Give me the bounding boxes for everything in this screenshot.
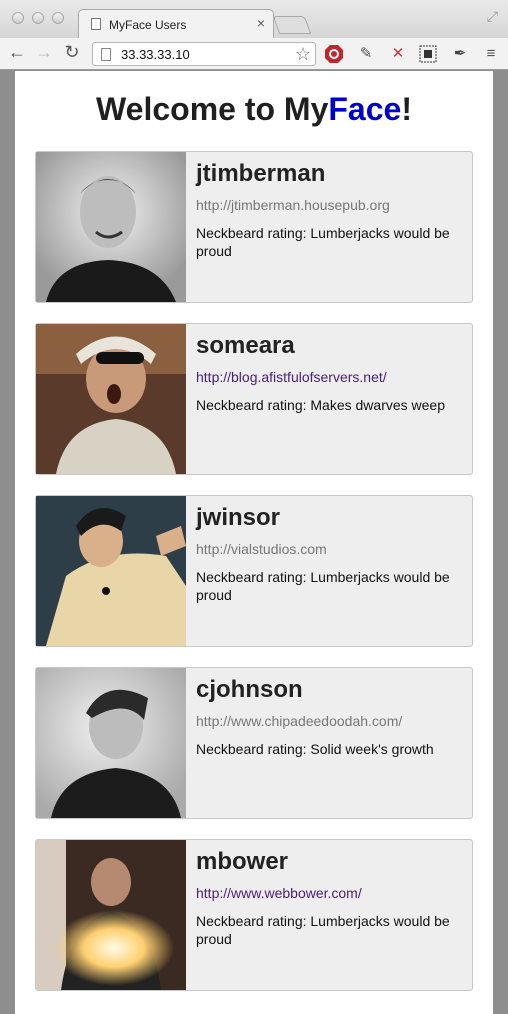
neckbeard-rating: Neckbeard rating: Lumberjacks would be p…: [196, 913, 450, 947]
address-bar[interactable]: 33.33.33.10 ☆: [92, 42, 316, 66]
user-avatar: [36, 496, 186, 646]
address-url[interactable]: 33.33.33.10: [121, 47, 190, 62]
page-viewport: Welcome to MyFace! jtimberman http://jti…: [15, 71, 493, 1014]
screenshot-extension-icon[interactable]: [418, 44, 438, 64]
user-name: jwinsor: [196, 504, 281, 531]
fullscreen-icon[interactable]: ⤢: [487, 8, 498, 25]
user-card: cjohnson http://www.chipadeedoodah.com/ …: [35, 667, 473, 819]
minimize-window-button[interactable]: [32, 12, 44, 24]
page-icon: [91, 18, 101, 30]
forward-arrow-icon[interactable]: →: [34, 42, 54, 63]
x-extension-icon[interactable]: ✕: [388, 44, 408, 64]
user-website-link[interactable]: http://vialstudios.com: [196, 541, 327, 557]
user-card: jwinsor http://vialstudios.com Neckbeard…: [35, 495, 473, 647]
back-arrow-icon[interactable]: ←: [7, 42, 27, 63]
user-card: someara http://blog.afistfulofservers.ne…: [35, 323, 473, 475]
user-name: mbower: [196, 848, 289, 875]
user-website-link[interactable]: http://www.chipadeedoodah.com/: [196, 713, 402, 729]
new-tab-button[interactable]: [272, 16, 312, 34]
page-title: Welcome to MyFace!: [96, 91, 412, 127]
zoom-window-button[interactable]: [52, 12, 64, 24]
tab-title: MyFace Users: [109, 18, 187, 32]
reload-icon[interactable]: ↻: [62, 42, 82, 63]
user-website-link[interactable]: http://jtimberman.housepub.org: [196, 197, 390, 213]
neckbeard-rating: Neckbeard rating: Lumberjacks would be p…: [196, 569, 450, 603]
menu-icon[interactable]: ≡: [481, 44, 501, 64]
neckbeard-rating: Neckbeard rating: Solid week's growth: [196, 741, 434, 757]
browser-tab[interactable]: MyFace Users ×: [78, 9, 274, 38]
user-card: mbower http://www.webbower.com/ Neckbear…: [35, 839, 473, 991]
tab-close-icon[interactable]: ×: [257, 15, 265, 31]
stop-extension-icon[interactable]: [324, 44, 344, 64]
user-avatar: [36, 668, 186, 818]
user-name: jtimberman: [196, 160, 326, 187]
bookmark-star-icon[interactable]: ☆: [295, 44, 311, 65]
brand-accent: Face: [328, 91, 402, 127]
close-window-button[interactable]: [12, 12, 24, 24]
browser-toolbar: ← → ↻ 33.33.33.10 ☆ ✎ ✕ ✒ ≡: [0, 38, 508, 70]
pen-extension-icon[interactable]: ✒: [450, 44, 470, 64]
neckbeard-rating: Neckbeard rating: Makes dwarves weep: [196, 397, 446, 413]
wrench-extension-icon[interactable]: ✎: [356, 44, 376, 64]
window-titlebar: MyFace Users × ⤢: [0, 0, 508, 38]
user-avatar: [36, 152, 186, 302]
user-name: someara: [196, 332, 295, 359]
page-icon: [101, 48, 111, 61]
user-avatar: [36, 840, 186, 990]
user-name: cjohnson: [196, 676, 303, 703]
user-card: jtimberman http://jtimberman.housepub.or…: [35, 151, 473, 303]
user-website-link[interactable]: http://blog.afistfulofservers.net/: [196, 369, 387, 385]
neckbeard-rating: Neckbeard rating: Lumberjacks would be p…: [196, 225, 450, 259]
user-avatar: [36, 324, 186, 474]
user-website-link[interactable]: http://www.webbower.com/: [196, 885, 362, 901]
